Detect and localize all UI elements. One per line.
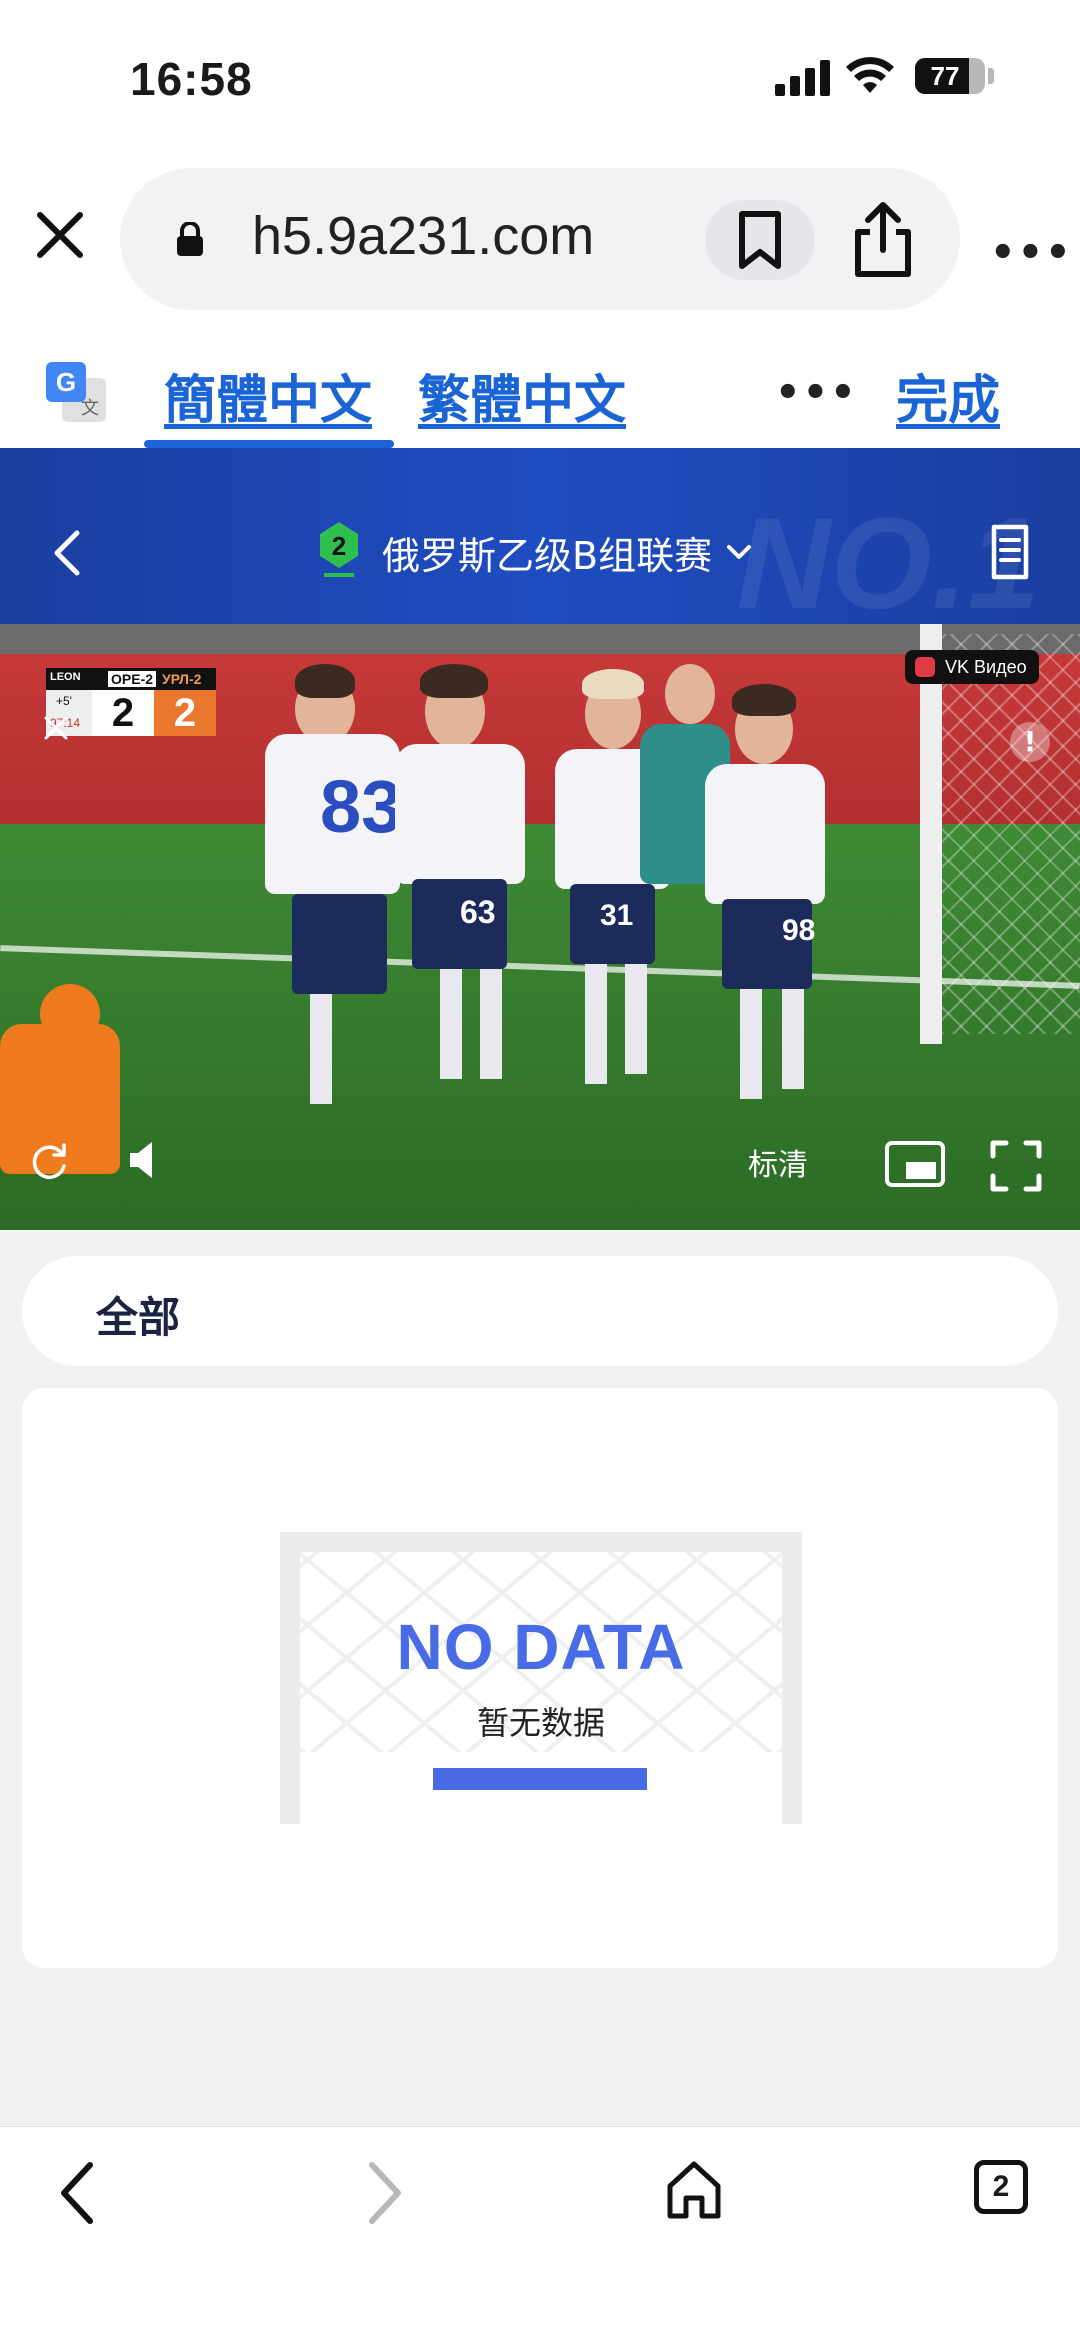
alert-icon[interactable]: ! bbox=[1010, 722, 1050, 762]
chevron-down-icon[interactable] bbox=[726, 542, 752, 562]
video-close-icon[interactable] bbox=[38, 710, 74, 746]
picture-in-picture-icon[interactable] bbox=[884, 1140, 946, 1188]
filter-tab-all[interactable]: 全部 bbox=[96, 1284, 180, 1345]
google-translate-icon: G 文 bbox=[46, 362, 106, 422]
cellular-signal-icon bbox=[775, 60, 835, 96]
battery-level: 77 bbox=[930, 61, 960, 91]
battery-icon: 77 bbox=[915, 58, 985, 94]
home-team: ОРЕ-2 bbox=[108, 671, 157, 687]
bookmark-icon bbox=[739, 211, 781, 269]
league-title[interactable]: 俄罗斯乙级B组联赛 bbox=[382, 525, 712, 580]
battery-tip bbox=[988, 68, 994, 84]
away-team: УРЛ-2 bbox=[162, 671, 202, 687]
status-time: 16:58 bbox=[130, 53, 253, 105]
bookmark-button[interactable] bbox=[705, 200, 815, 280]
empty-state-title: NO DATA bbox=[396, 1611, 686, 1683]
added-time: +5' bbox=[56, 694, 72, 708]
svg-text:G: G bbox=[56, 367, 76, 397]
empty-state-subtitle: 暂无数据 bbox=[476, 1704, 605, 1742]
empty-state-bar bbox=[433, 1768, 647, 1790]
more-menu-icon[interactable]: ••• bbox=[990, 230, 1073, 276]
translate-done-button[interactable]: 完成 bbox=[896, 358, 1000, 433]
home-score: 2 bbox=[92, 690, 154, 736]
share-icon[interactable] bbox=[848, 200, 918, 280]
home-icon[interactable] bbox=[666, 2160, 722, 2220]
back-icon[interactable] bbox=[52, 528, 82, 578]
browser-bottom-toolbar bbox=[0, 2126, 1080, 2342]
vk-play-icon bbox=[915, 657, 935, 677]
svg-text:文: 文 bbox=[81, 398, 99, 419]
quality-selector[interactable]: 标清 bbox=[748, 1140, 808, 1184]
lang-traditional-chinese[interactable]: 繁體中文 bbox=[418, 358, 626, 433]
tabs-count-button[interactable]: 2 bbox=[974, 2160, 1028, 2214]
lang-simplified-chinese[interactable]: 簡體中文 bbox=[164, 358, 372, 433]
lock-icon bbox=[177, 222, 203, 256]
vk-video-badge: VK Видео bbox=[905, 650, 1039, 684]
wifi-icon bbox=[846, 57, 894, 93]
browser-back-icon[interactable] bbox=[56, 2160, 96, 2226]
svg-text:2: 2 bbox=[332, 531, 346, 561]
replay-icon[interactable] bbox=[28, 1140, 70, 1182]
browser-forward-icon[interactable] bbox=[366, 2160, 406, 2226]
vk-video-label: VK Видео bbox=[945, 657, 1027, 677]
league-logo-icon: 2 bbox=[320, 522, 358, 577]
url-text[interactable]: h5.9a231.com bbox=[252, 205, 594, 267]
document-icon[interactable] bbox=[988, 524, 1032, 580]
volume-icon[interactable] bbox=[128, 1140, 158, 1180]
translate-more-icon[interactable]: ••• bbox=[775, 370, 858, 416]
fullscreen-icon[interactable] bbox=[990, 1140, 1042, 1192]
scoreboard-sponsor: LEON bbox=[50, 671, 81, 683]
active-lang-indicator bbox=[144, 440, 394, 448]
away-score: 2 bbox=[154, 690, 216, 736]
close-icon[interactable] bbox=[30, 205, 90, 265]
